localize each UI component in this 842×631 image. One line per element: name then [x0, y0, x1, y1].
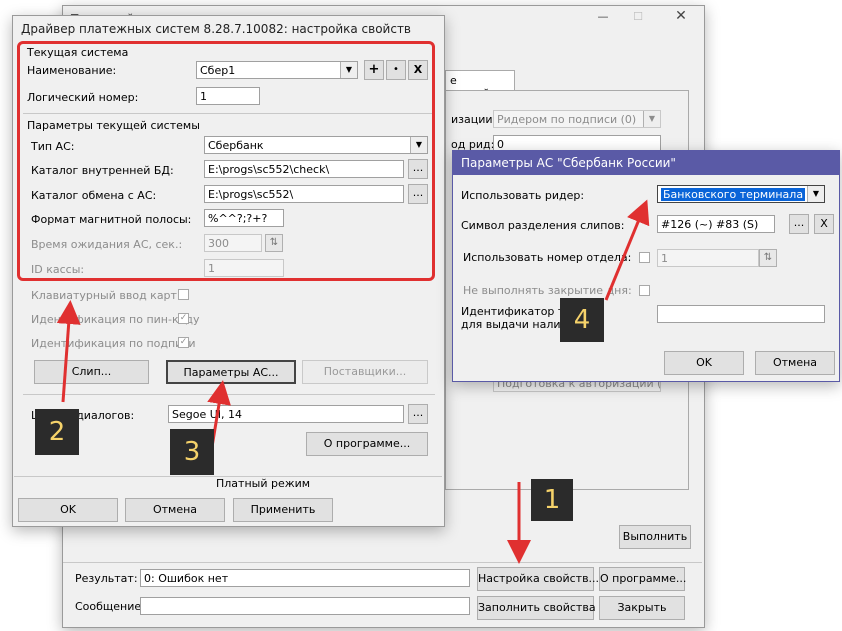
callout-3: 3 [170, 429, 214, 475]
arrow-4 [604, 199, 650, 301]
arrow-2 [56, 300, 81, 403]
callout-2: 2 [35, 409, 79, 455]
callout-4: 4 [560, 298, 604, 342]
annotation-arrows [56, 199, 650, 564]
callout-1: 1 [531, 479, 573, 521]
